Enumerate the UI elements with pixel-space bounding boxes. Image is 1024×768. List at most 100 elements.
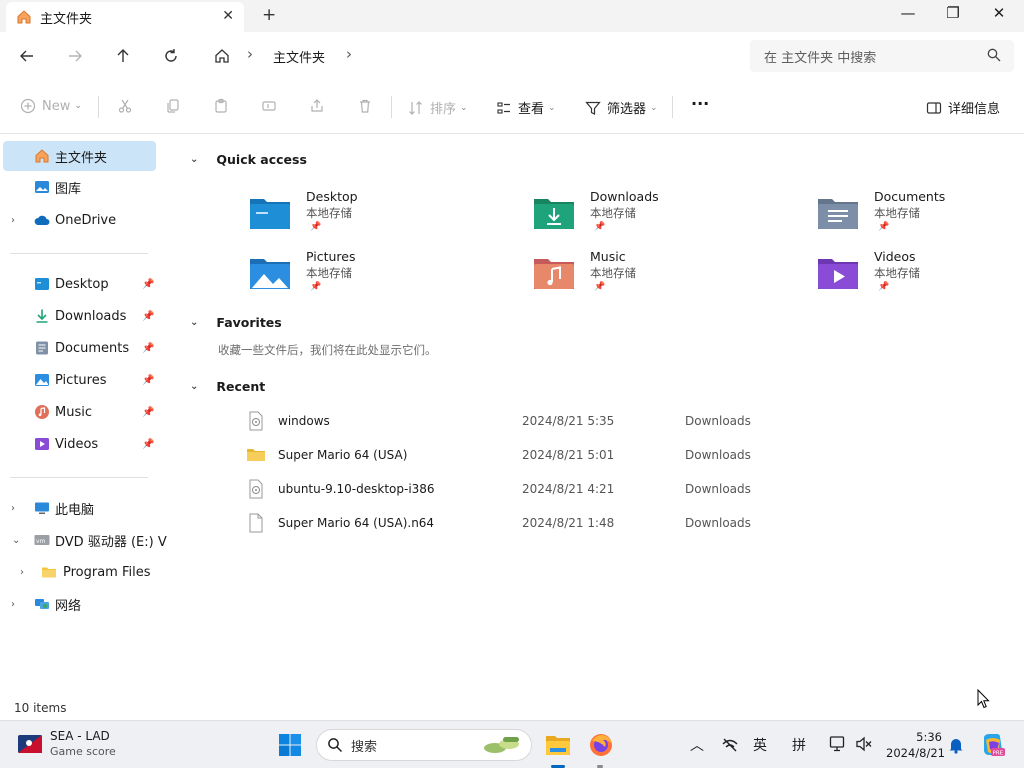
- cloud-icon: [34, 215, 50, 225]
- search-input[interactable]: 在 主文件夹 中搜索: [750, 40, 1014, 72]
- view-button[interactable]: 查看 ⌄: [496, 98, 556, 117]
- sidebar-item-label: Videos: [55, 436, 99, 452]
- chevron-down-icon[interactable]: ⌄: [12, 535, 20, 546]
- home-outline-icon: [215, 49, 229, 63]
- start-button[interactable]: [274, 729, 306, 761]
- file-date: 2024/8/21 1:48: [522, 516, 615, 530]
- sidebar-item-desktop[interactable]: Desktop 📌: [0, 269, 160, 299]
- notification-bell-icon[interactable]: [948, 736, 964, 754]
- maximize-button[interactable]: ❐: [938, 4, 968, 22]
- input-method-indicator[interactable]: 拼: [792, 735, 806, 755]
- taskbar-file-explorer[interactable]: [542, 729, 574, 761]
- back-button[interactable]: [16, 45, 38, 67]
- sidebar-item-onedrive[interactable]: › OneDrive: [0, 205, 160, 235]
- quick-access-item-downloads[interactable]: Downloads 本地存储 📌: [532, 189, 782, 239]
- recent-header[interactable]: ⌄ Recent: [190, 379, 265, 394]
- sidebar-item-home[interactable]: 主文件夹: [3, 141, 156, 171]
- file-location: Downloads: [685, 516, 751, 530]
- taskbar-search-box[interactable]: 搜索: [316, 729, 532, 761]
- rename-button[interactable]: [261, 98, 277, 114]
- pin-icon: 📌: [142, 278, 155, 290]
- recent-row[interactable]: ubuntu-9.10-desktop-i386 2024/8/21 4:21 …: [240, 475, 800, 503]
- sidebar-item-gallery[interactable]: 图库: [0, 172, 160, 202]
- sidebar-item-pictures[interactable]: Pictures 📌: [0, 365, 160, 395]
- quick-access-item-desktop[interactable]: Desktop 本地存储 📌: [248, 189, 498, 239]
- chevron-down-icon: ⌄: [190, 317, 199, 328]
- home-icon: [17, 10, 31, 24]
- breadcrumb-chevron-icon: ›: [247, 45, 253, 63]
- quick-access-header[interactable]: ⌄ Quick access: [190, 152, 307, 167]
- share-button[interactable]: [309, 98, 325, 114]
- cut-button[interactable]: [117, 98, 133, 114]
- sidebar-item-downloads[interactable]: Downloads 📌: [0, 301, 160, 331]
- sidebar-item-label: 网络: [55, 598, 82, 614]
- clock[interactable]: 5:36 2024/8/21: [886, 729, 945, 761]
- sidebar-item-videos[interactable]: Videos 📌: [0, 429, 160, 459]
- sidebar-item-label: 图库: [55, 181, 82, 197]
- taskbar-firefox[interactable]: [585, 729, 617, 761]
- sidebar-item-documents[interactable]: Documents 📌: [0, 333, 160, 363]
- sidebar-item-dvd-drive[interactable]: ⌄ vm DVD 驱动器 (E:) V: [0, 525, 167, 555]
- breadcrumb-item[interactable]: 主文件夹: [273, 47, 325, 66]
- breadcrumb-chevron-icon[interactable]: ›: [346, 45, 352, 63]
- file-location: Downloads: [685, 448, 751, 462]
- sidebar-item-this-pc[interactable]: › 此电脑: [0, 493, 160, 523]
- sidebar-item-music[interactable]: Music 📌: [0, 397, 160, 427]
- chevron-right-icon[interactable]: ›: [11, 503, 15, 514]
- arrow-left-icon: [20, 50, 33, 62]
- sort-button[interactable]: 排序 ⌄: [408, 98, 468, 117]
- close-tab-button[interactable]: ✕: [222, 8, 234, 24]
- document-icon: [36, 341, 48, 355]
- pin-icon: 📌: [142, 438, 155, 450]
- tab-home[interactable]: 主文件夹 ✕: [6, 2, 244, 32]
- tab-title: 主文件夹: [40, 11, 93, 27]
- up-button[interactable]: [112, 45, 134, 67]
- paste-button[interactable]: [213, 98, 229, 114]
- quick-access-item-pictures[interactable]: Pictures 本地存储 📌: [248, 249, 498, 299]
- volume-muted-icon[interactable]: [855, 735, 873, 753]
- chevron-right-icon[interactable]: ›: [20, 567, 24, 578]
- quick-access-item-videos[interactable]: Videos 本地存储 📌: [816, 249, 1024, 299]
- show-hidden-icons-chevron-icon[interactable]: ︿: [690, 735, 704, 755]
- delete-button[interactable]: [357, 98, 373, 114]
- network-offline-icon[interactable]: [721, 736, 739, 754]
- pin-icon: 📌: [142, 406, 155, 418]
- details-pane-button[interactable]: 详细信息: [926, 98, 1000, 117]
- display-icon[interactable]: [829, 735, 847, 753]
- quick-access-item-music[interactable]: Music 本地存储 📌: [532, 249, 782, 299]
- separator: [672, 96, 673, 118]
- forward-button[interactable]: [64, 45, 86, 67]
- more-options-button[interactable]: ···: [691, 94, 709, 113]
- copy-button[interactable]: [165, 98, 181, 114]
- sidebar-item-label: Desktop: [55, 276, 109, 292]
- item-count: 10 items: [14, 701, 67, 715]
- recent-row[interactable]: windows 2024/8/21 5:35 Downloads: [240, 407, 800, 435]
- new-tab-button[interactable]: +: [262, 5, 276, 25]
- item-location: 本地存储: [874, 206, 920, 220]
- home-breadcrumb-button[interactable]: [211, 45, 233, 67]
- sidebar-item-network[interactable]: › 网络: [0, 589, 160, 619]
- documents-folder-icon: [818, 199, 858, 229]
- item-name: Music: [590, 249, 626, 264]
- quick-access-item-documents[interactable]: Documents 本地存储 📌: [816, 189, 1024, 239]
- sidebar-item-label: Documents: [55, 340, 130, 356]
- recent-row[interactable]: Super Mario 64 (USA).n64 2024/8/21 1:48 …: [240, 509, 800, 537]
- input-language-indicator[interactable]: 英: [753, 735, 767, 755]
- sort-icon: [409, 100, 422, 115]
- recent-row[interactable]: Super Mario 64 (USA) 2024/8/21 5:01 Down…: [240, 441, 800, 469]
- chevron-right-icon[interactable]: ›: [11, 599, 15, 610]
- filter-button[interactable]: 筛选器 ⌄: [585, 98, 658, 117]
- new-button[interactable]: New ⌄: [20, 98, 82, 114]
- pin-icon: 📌: [142, 342, 155, 354]
- gallery-icon: [35, 181, 49, 193]
- close-window-button[interactable]: ✕: [984, 4, 1014, 22]
- chevron-right-icon[interactable]: ›: [11, 215, 15, 226]
- favorites-header[interactable]: ⌄ Favorites: [190, 315, 282, 330]
- desktop-folder-icon: [250, 199, 290, 229]
- sidebar-item-program-files[interactable]: › Program Files: [0, 557, 160, 587]
- copilot-icon[interactable]: PRE: [980, 732, 1006, 758]
- widgets-button[interactable]: SEA - LAD Game score: [18, 729, 138, 761]
- refresh-button[interactable]: [160, 45, 182, 67]
- arrow-up-icon: [117, 49, 129, 62]
- minimize-button[interactable]: —: [893, 4, 923, 22]
